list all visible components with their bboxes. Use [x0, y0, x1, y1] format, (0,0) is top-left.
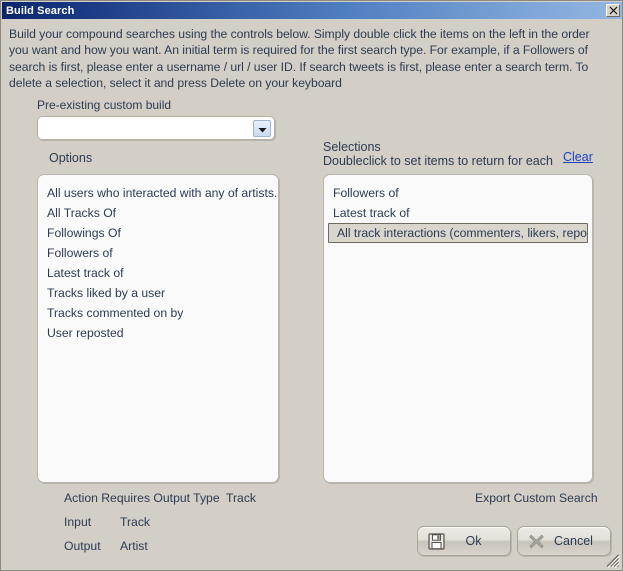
- resize-grip-icon[interactable]: [604, 552, 620, 568]
- action-requires-output-type-label: Action Requires Output Type: [64, 491, 220, 505]
- options-listbox[interactable]: All users who interacted with any of art…: [37, 174, 279, 483]
- input-value: Track: [120, 515, 151, 529]
- cancel-x-icon: [525, 533, 547, 550]
- title-bar[interactable]: Build Search: [2, 2, 622, 19]
- output-value: Artist: [120, 539, 148, 553]
- pre-existing-build-label: Pre-existing custom build: [37, 98, 172, 112]
- options-heading: Options: [49, 151, 93, 165]
- cancel-button-label: Cancel: [554, 534, 593, 548]
- selections-subheading: Doubleclick to set items to return for e…: [323, 154, 553, 168]
- input-label: Input: [64, 515, 92, 529]
- options-list-item[interactable]: Followers of: [38, 243, 278, 263]
- options-list-item[interactable]: Tracks liked by a user: [38, 283, 278, 303]
- close-button[interactable]: [606, 4, 620, 17]
- clear-link[interactable]: Clear: [563, 150, 593, 164]
- window-title: Build Search: [6, 4, 75, 17]
- build-search-dialog: Build Search Build your compound searche…: [0, 0, 623, 571]
- ok-button[interactable]: Ok: [417, 526, 511, 556]
- instructions-text: Build your compound searches using the c…: [9, 27, 590, 91]
- output-label: Output: [64, 539, 101, 553]
- combobox-dropdown-button[interactable]: [253, 120, 271, 137]
- close-icon: [609, 6, 618, 15]
- options-list-item[interactable]: All Tracks Of: [38, 203, 278, 223]
- chevron-down-icon: [258, 120, 267, 138]
- options-list-item[interactable]: Latest track of: [38, 263, 278, 283]
- selections-list-item[interactable]: Latest track of: [324, 203, 592, 223]
- export-custom-search-link[interactable]: Export Custom Search: [475, 491, 598, 505]
- options-list-item[interactable]: Followings Of: [38, 223, 278, 243]
- ok-button-label: Ok: [465, 534, 482, 548]
- cancel-button[interactable]: Cancel: [517, 526, 611, 556]
- options-list-item[interactable]: All users who interacted with any of art…: [38, 183, 278, 203]
- selections-heading: Selections: [323, 140, 381, 154]
- options-list-item[interactable]: Tracks commented on by: [38, 303, 278, 323]
- save-floppy-icon: [425, 532, 447, 550]
- selections-list-item[interactable]: Followers of: [324, 183, 592, 203]
- selections-list-item-selected[interactable]: All track interactions (commenters, like…: [328, 223, 588, 243]
- options-list-item[interactable]: User reposted: [38, 323, 278, 343]
- action-requires-output-type-value: Track: [226, 491, 257, 505]
- pre-existing-build-combobox[interactable]: [37, 116, 275, 140]
- selections-listbox[interactable]: Followers of Latest track of All track int…: [323, 174, 593, 483]
